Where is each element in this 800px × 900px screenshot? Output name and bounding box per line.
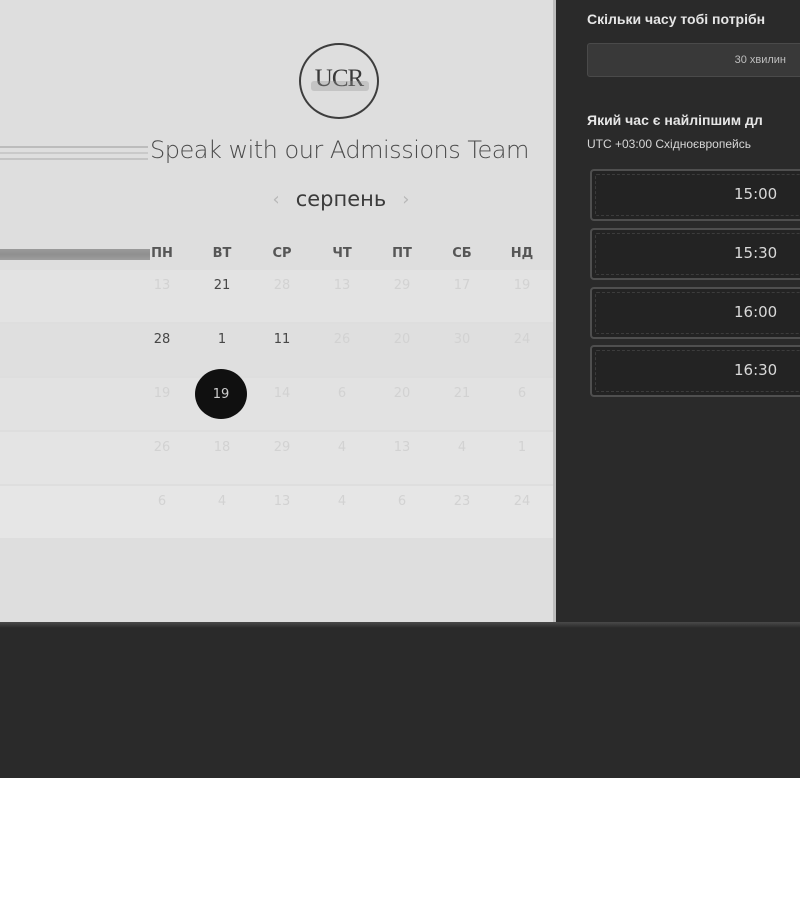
weekday-wed: СР [272,246,292,261]
calendar-day: 26 [333,332,351,347]
decorative-line [0,158,148,160]
calendar-day: 24 [513,332,531,347]
weekday-header-bar [0,249,150,260]
calendar-day: 24 [513,494,531,509]
chevron-left-icon[interactable]: ‹ [263,189,290,210]
logo-subtext-blur [311,81,369,91]
weekday-fri: ПТ [392,246,412,261]
time-slot-button[interactable]: 16:30 [590,345,800,397]
page: UCR Speak with our Admissions Team ‹ сер… [0,0,800,900]
time-slot-label: 15:30 [734,244,778,262]
calendar-day: 26 [153,440,171,455]
calendar-day: 19 [153,386,171,401]
weekday-sun: НД [510,246,534,261]
calendar-day: 20 [393,332,411,347]
weekday-thu: ЧТ [332,246,352,261]
calendar-day: 1 [517,440,527,455]
calendar-day: 23 [453,494,471,509]
calendar-day: 4 [337,440,347,455]
booking-sidebar: Скільки часу тобі потрібн 30 хвилин Який… [556,0,800,622]
month-label: серпень [295,187,387,211]
footer-band-edge [0,622,800,628]
calendar-day: 4 [337,494,347,509]
chevron-right-icon[interactable]: › [392,189,419,210]
time-slot-button[interactable]: 16:00 [590,287,800,339]
calendar-day: 4 [217,494,227,509]
calendar-day: 28 [273,278,291,293]
page-title: Speak with our Admissions Team [150,136,529,164]
calendar-day: 6 [337,386,347,401]
calendar-day-selected[interactable]: 19 [195,369,247,419]
time-question: Який час є найліпшим дл [587,112,763,128]
calendar-day: 13 [153,278,171,293]
calendar-day: 13 [273,494,291,509]
time-slot-label: 16:30 [734,361,778,379]
duration-question: Скільки часу тобі потрібн [587,11,766,27]
calendar-day: 4 [457,440,467,455]
month-navigation: ‹ серпень › [266,184,416,214]
calendar-day: 6 [157,494,167,509]
weekday-mon: ПН [151,246,173,261]
calendar-day: 6 [517,386,527,401]
time-slot-button[interactable]: 15:00 [590,169,800,221]
calendar-day: 13 [393,440,411,455]
calendar-panel: UCR Speak with our Admissions Team ‹ сер… [0,0,553,622]
time-slot-button[interactable]: 15:30 [590,228,800,280]
decorative-line [0,152,148,154]
calendar-day: 6 [397,494,407,509]
calendar-day: 14 [273,386,291,401]
calendar-day: 20 [393,386,411,401]
decorative-line [0,146,148,148]
calendar-day: 18 [213,440,231,455]
calendar-day-available[interactable]: 1 [192,326,252,354]
calendar-day: 13 [333,278,351,293]
weekday-sat: СБ [452,246,472,261]
duration-select[interactable]: 30 хвилин [587,43,800,77]
calendar-day: 30 [453,332,471,347]
calendar-day: 21 [453,386,471,401]
calendar-day: 29 [393,278,411,293]
time-slot-label: 15:00 [734,185,778,203]
calendar-day-available[interactable]: 11 [252,326,312,354]
calendar-day: 19 [513,278,531,293]
calendar-day: 29 [273,440,291,455]
weekday-tue: ВТ [212,246,232,261]
calendar-day-available[interactable]: 28 [132,326,192,354]
footer-band [0,622,800,778]
calendar-day-available[interactable]: 21 [192,272,252,300]
timezone-label[interactable]: UTC +03:00 Східноєвропейсь [587,137,751,151]
time-slot-label: 16:00 [734,303,778,321]
calendar-day: 17 [453,278,471,293]
weekday-header: ПН ВТ СР ЧТ ПТ СБ НД [132,246,552,266]
ucr-logo: UCR [299,43,379,119]
